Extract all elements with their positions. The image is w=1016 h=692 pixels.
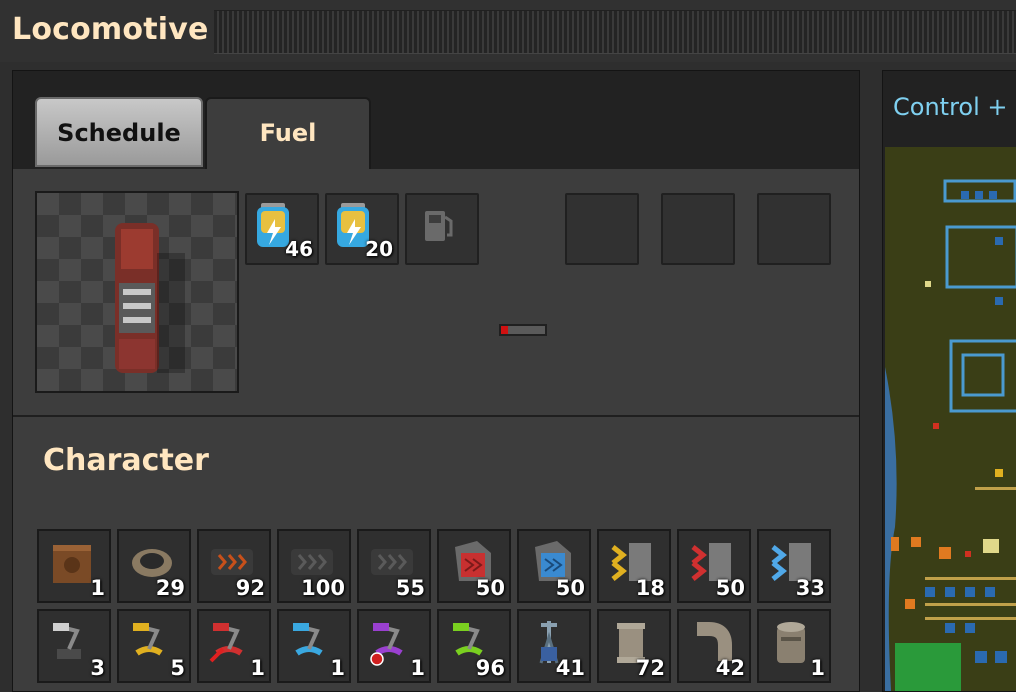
slot-count: 46	[285, 237, 313, 261]
slot-count: 72	[635, 656, 665, 680]
fuel-slot[interactable]	[565, 193, 639, 265]
minimap-panel: Control + L	[882, 70, 1016, 692]
slot-count: 55	[395, 576, 425, 600]
inventory-slot[interactable]: 55	[357, 529, 431, 603]
slot-count: 50	[715, 576, 745, 600]
fuel-area: 46 20	[13, 169, 859, 415]
slot-count: 1	[810, 656, 825, 680]
slot-count: 1	[410, 656, 425, 680]
tab-fuel[interactable]: Fuel	[205, 97, 371, 169]
inventory-slot[interactable]: 92	[197, 529, 271, 603]
slot-count: 33	[795, 576, 825, 600]
slot-count: 100	[301, 576, 345, 600]
fuel-slot[interactable]	[661, 193, 735, 265]
inventory-slot[interactable]: 29	[117, 529, 191, 603]
inventory-slot[interactable]: 42	[677, 609, 751, 683]
minimap[interactable]	[885, 147, 1016, 691]
slot-count: 41	[555, 656, 585, 680]
fuel-slot[interactable]: 46	[245, 193, 319, 265]
inventory-slot[interactable]: 50	[517, 529, 591, 603]
drag-handle[interactable]	[214, 10, 1016, 54]
inventory-slot[interactable]: 1	[357, 609, 431, 683]
slot-count: 50	[475, 576, 505, 600]
tab-strip: Schedule Fuel	[13, 71, 859, 169]
inventory-slot[interactable]: 1	[277, 609, 351, 683]
title-bar[interactable]: Locomotive	[0, 0, 1016, 62]
slot-count: 96	[475, 656, 505, 680]
character-title: Character	[43, 443, 209, 478]
slot-count: 1	[330, 656, 345, 680]
inventory-slot[interactable]: 1	[197, 609, 271, 683]
minimap-view	[885, 179, 1016, 691]
fuel-pump-icon	[425, 211, 453, 241]
slot-count: 42	[715, 656, 745, 680]
inventory-slot[interactable]: 1	[757, 609, 831, 683]
locomotive-panel: Schedule Fuel 46 20 Character 1 29 92 10…	[12, 70, 860, 692]
slot-count: 5	[170, 656, 185, 680]
inventory-slot[interactable]: 18	[597, 529, 671, 603]
tab-schedule[interactable]: Schedule	[35, 97, 203, 167]
inventory-slot[interactable]: 50	[677, 529, 751, 603]
slot-count: 1	[250, 656, 265, 680]
slot-count: 20	[365, 237, 393, 261]
slot-count: 3	[90, 656, 105, 680]
burner-progress-bar	[499, 324, 547, 336]
fuel-slot[interactable]	[757, 193, 831, 265]
window-title: Locomotive	[12, 12, 209, 47]
burner-progress-fill	[501, 326, 508, 334]
slot-count: 29	[155, 576, 185, 600]
slot-count: 50	[555, 576, 585, 600]
fuel-slot[interactable]	[405, 193, 479, 265]
slot-count: 18	[635, 576, 665, 600]
slot-count: 92	[235, 576, 265, 600]
inventory-slot[interactable]: 33	[757, 529, 831, 603]
inventory-slot[interactable]: 50	[437, 529, 511, 603]
fuel-slot[interactable]: 20	[325, 193, 399, 265]
inventory-slot[interactable]: 41	[517, 609, 591, 683]
inventory-slot[interactable]: 96	[437, 609, 511, 683]
locomotive-preview[interactable]	[35, 191, 239, 393]
inventory-slot[interactable]: 5	[117, 609, 191, 683]
inventory-slot[interactable]: 1	[37, 529, 111, 603]
inventory-slot[interactable]: 72	[597, 609, 671, 683]
minimap-title: Control + L	[893, 93, 1016, 121]
inventory-slot[interactable]: 3	[37, 609, 111, 683]
inventory-slot[interactable]: 100	[277, 529, 351, 603]
slot-count: 1	[90, 576, 105, 600]
